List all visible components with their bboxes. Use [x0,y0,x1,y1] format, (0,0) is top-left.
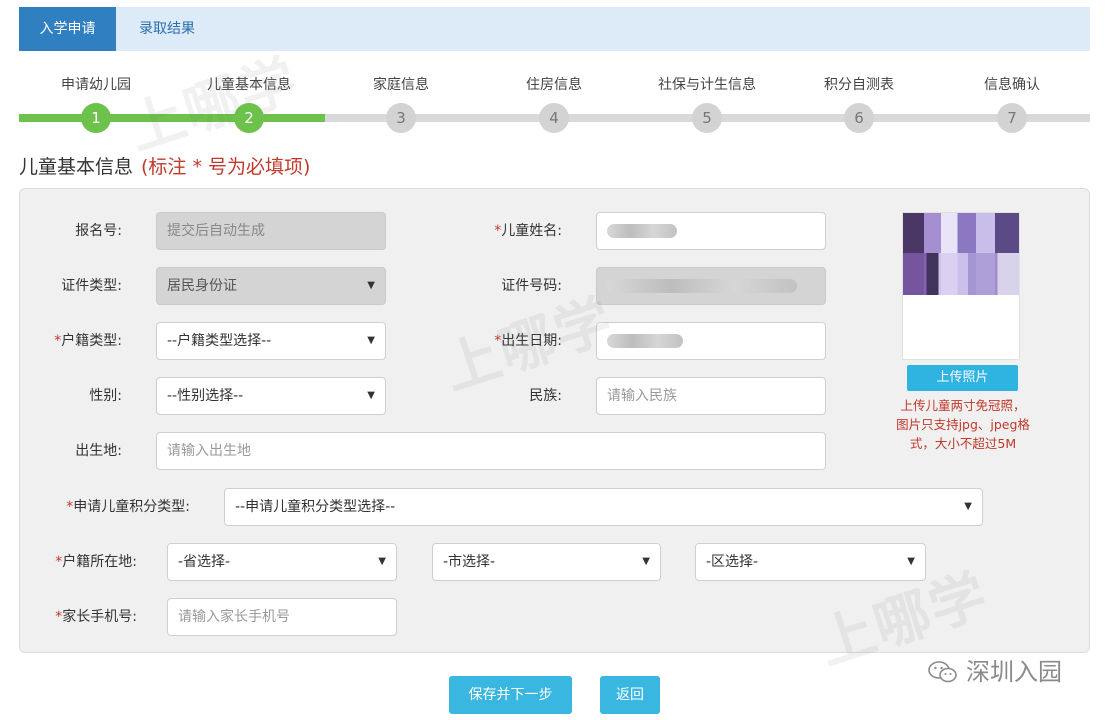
id-no-label-text: 证件号码: [501,278,562,294]
birthplace-label: 出生地: [40,433,122,469]
top-tab-bar: 入学申请 录取结果 [19,7,1090,51]
required-note: (标注 * 号为必填项) [141,156,311,178]
caret-down-icon: ▼ [367,335,375,346]
ethnicity-input[interactable]: 请输入民族 [596,377,826,415]
redacted-value [607,279,797,293]
back-button[interactable]: 返回 [600,676,660,714]
step-number: 5 [692,103,722,133]
hukou-type-label-text: 户籍类型: [61,333,122,349]
id-type-label: 证件类型: [40,268,122,304]
upload-photo-note: 上传儿童两寸免冠照，图片只支持jpg、jpeg格式，大小不超过5M [896,398,1030,451]
birthplace-label-text: 出生地: [75,443,122,459]
step-label: 信息确认 [984,77,1040,93]
hukou-location-label: *户籍所在地: [30,544,137,580]
gender-value: --性别选择-- [167,388,244,404]
id-type-value: 居民身份证 [167,278,237,294]
gender-select[interactable]: --性别选择-- ▼ [156,377,386,415]
step-label: 儿童基本信息 [207,77,291,93]
hukou-type-value: --户籍类型选择-- [167,333,272,349]
city-select[interactable]: -市选择- ▼ [432,543,661,581]
step-number: 3 [386,103,416,133]
gender-label: 性别: [40,378,122,414]
caret-down-icon: ▼ [907,556,915,567]
brand-name: 深圳入园 [928,652,1062,692]
birth-date-input[interactable] [596,322,826,360]
upload-photo-button[interactable]: 上传照片 [907,365,1018,391]
id-type-select: 居民身份证 ▼ [156,267,386,305]
redacted-value [607,334,683,348]
birthplace-input[interactable]: 请输入出生地 [156,432,826,470]
district-value: -区选择- [706,554,759,570]
page-title: 儿童基本信息 (标注 * 号为必填项) [19,152,310,179]
hukou-type-label: *户籍类型: [30,323,122,359]
progress-steps: 申请幼儿园 1 儿童基本信息 2 家庭信息 3 住房信息 4 社保与计生信息 5… [19,60,1090,140]
district-select[interactable]: -区选择- ▼ [695,543,926,581]
child-photo [902,212,1020,360]
step-number: 4 [539,103,569,133]
province-select[interactable]: -省选择- ▼ [167,543,397,581]
child-name-input[interactable] [596,212,826,250]
ethnicity-label: 民族: [462,378,562,414]
gender-label-text: 性别: [89,388,122,404]
id-no-field [596,267,826,305]
points-type-label-text: 申请儿童积分类型: [73,499,190,515]
save-and-next-button[interactable]: 保存并下一步 [449,676,572,714]
step-label: 住房信息 [526,77,582,93]
birth-date-label: *出生日期: [462,323,562,359]
caret-down-icon: ▼ [367,390,375,401]
ethnicity-label-text: 民族: [529,388,562,404]
reg-no-field: 提交后自动生成 [156,212,386,250]
id-no-label: 证件号码: [462,268,562,304]
step-3: 家庭信息 3 [331,60,471,133]
province-value: -省选择- [178,554,231,570]
city-value: -市选择- [443,554,496,570]
caret-down-icon: ▼ [642,556,650,567]
step-5: 社保与计生信息 5 [637,60,777,133]
step-7: 信息确认 7 [942,60,1082,133]
redacted-value [607,224,677,238]
step-number: 2 [234,103,264,133]
points-type-value: --申请儿童积分类型选择-- [235,499,396,515]
step-label: 积分自测表 [824,77,894,93]
photo-image-blur [903,253,1019,295]
step-6: 积分自测表 6 [789,60,929,133]
id-type-label-text: 证件类型: [61,278,122,294]
caret-down-icon: ▼ [367,280,375,291]
step-2: 儿童基本信息 2 [179,60,319,133]
step-number: 6 [844,103,874,133]
birth-date-label-text: 出生日期: [501,333,562,349]
child-name-label: *儿童姓名: [462,213,562,249]
parent-phone-label: *家长手机号: [30,599,137,635]
hukou-location-label-text: 户籍所在地: [62,554,137,570]
step-1: 申请幼儿园 1 [26,60,166,133]
tab-admission-results[interactable]: 录取结果 [119,7,215,51]
parent-phone-input[interactable]: 请输入家长手机号 [167,598,397,636]
section-title: 儿童基本信息 [19,156,134,178]
brand-name-text: 深圳入园 [966,658,1062,686]
step-number: 1 [81,103,111,133]
hukou-type-select[interactable]: --户籍类型选择-- ▼ [156,322,386,360]
caret-down-icon: ▼ [964,501,972,512]
tab-enrollment-application[interactable]: 入学申请 [19,7,116,51]
child-name-label-text: 儿童姓名: [501,223,562,239]
points-type-select[interactable]: --申请儿童积分类型选择-- ▼ [224,488,983,526]
step-4: 住房信息 4 [484,60,624,133]
points-type-label: *申请儿童积分类型: [30,489,190,525]
step-number: 7 [997,103,1027,133]
step-label: 社保与计生信息 [658,77,756,93]
step-label: 申请幼儿园 [61,77,131,93]
reg-no-label: 报名号: [40,213,122,249]
caret-down-icon: ▼ [378,556,386,567]
parent-phone-label-text: 家长手机号: [62,609,137,625]
step-label: 家庭信息 [373,77,429,93]
reg-no-label-text: 报名号: [75,223,122,239]
